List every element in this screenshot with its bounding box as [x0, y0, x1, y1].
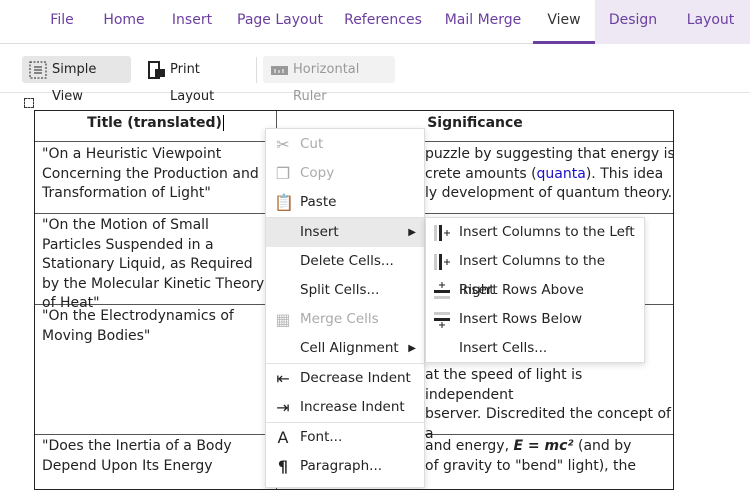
tab-layout[interactable]: Layout: [671, 0, 750, 44]
context-menu: ✂ Cut ❐ Copy 📋 Paste Insert ▶ Delete Cells..…: [265, 128, 425, 488]
simple-view-icon: [29, 61, 47, 79]
increase-indent-icon: ⇥: [276, 398, 290, 417]
simple-view-label: Simple View: [52, 62, 97, 104]
horizontal-ruler-button[interactable]: Horizontal Ruler: [263, 56, 395, 104]
simple-view-button[interactable]: Simple View: [22, 56, 131, 104]
text: and energy,: [425, 438, 514, 454]
menu-font[interactable]: A Font...: [266, 423, 424, 452]
tab-design[interactable]: Design: [595, 0, 671, 44]
merge-cells-icon: ▦: [275, 310, 291, 329]
insert-column-left-icon: [434, 225, 450, 241]
menu-merge-cells[interactable]: ▦ Merge Cells: [266, 305, 424, 334]
text-line: of gravity to "bend" light), the: [425, 457, 637, 474]
chevron-right-icon: ▶: [408, 343, 416, 354]
submenu-insert-cells[interactable]: Insert Cells...: [426, 334, 644, 363]
cell-title[interactable]: "Does the Inertia of a Body Depend Upon …: [42, 437, 252, 476]
ribbon-tabs: File Home Insert Page Layout References …: [0, 0, 750, 44]
tab-page-layout[interactable]: Page Layout: [232, 0, 328, 44]
cell-title[interactable]: "On the Motion of Small Particles Suspen…: [42, 216, 267, 314]
font-icon: A: [277, 428, 289, 447]
text-line: ly development of quantum theory.: [425, 185, 673, 201]
insert-submenu: Insert Columns to the Left Insert Column…: [425, 217, 645, 363]
print-layout-label: Print Layout: [170, 62, 215, 104]
copy-icon: ❐: [275, 164, 291, 183]
print-layout-icon: [148, 61, 165, 79]
insert-row-above-icon: [434, 282, 450, 299]
tab-insert[interactable]: Insert: [164, 0, 220, 44]
text: crete amounts (: [425, 165, 537, 182]
tab-mail-merge[interactable]: Mail Merge: [438, 0, 528, 44]
menu-paragraph[interactable]: ¶ Paragraph...: [266, 452, 424, 481]
toolbar: Simple View Print Layout Horizontal Rule…: [0, 45, 750, 104]
menu-increase-indent[interactable]: ⇥ Increase Indent: [266, 393, 424, 422]
text: (and by: [573, 438, 632, 454]
insert-row-below-icon: [434, 312, 450, 328]
tab-view[interactable]: View: [533, 0, 595, 44]
menu-delete-cells[interactable]: Delete Cells...: [266, 247, 424, 276]
ruler-icon: [271, 66, 288, 75]
horizontal-ruler-label: Horizontal Ruler: [293, 62, 360, 104]
paragraph-icon: ¶: [277, 457, 289, 476]
cell-significance[interactable]: and energy, E = mc² (and by of gravity t…: [425, 437, 675, 476]
quanta-link[interactable]: quanta: [537, 166, 586, 182]
menu-split-cells[interactable]: Split Cells...: [266, 276, 424, 305]
tab-file[interactable]: File: [40, 0, 84, 44]
cell-title[interactable]: "On a Heuristic Viewpoint Concerning the…: [42, 145, 262, 204]
decrease-indent-icon: ⇤: [276, 369, 290, 388]
table-select-handle[interactable]: [24, 98, 34, 108]
text-line: puzzle by suggesting that energy is: [425, 146, 675, 162]
menu-copy[interactable]: ❐ Copy: [266, 159, 424, 188]
submenu-insert-rows-above[interactable]: Insert Rows Above: [426, 276, 644, 305]
text-line: at the speed of light is independent: [425, 367, 583, 403]
clipboard-icon: 📋: [274, 193, 294, 212]
submenu-insert-columns-right[interactable]: Insert Columns to the Right: [426, 247, 644, 298]
submenu-insert-columns-left[interactable]: Insert Columns to the Left: [426, 218, 644, 247]
text: ). This idea: [585, 165, 664, 182]
menu-decrease-indent[interactable]: ⇤ Decrease Indent: [266, 364, 424, 393]
cell-title[interactable]: "On the Electrodynamics of Moving Bodies…: [42, 307, 242, 346]
chevron-right-icon: ▶: [408, 227, 416, 238]
submenu-insert-rows-below[interactable]: Insert Rows Below: [426, 305, 644, 334]
cell-significance[interactable]: puzzle by suggesting that energy is cret…: [425, 145, 675, 204]
menu-paste[interactable]: 📋 Paste: [266, 188, 424, 217]
menu-cut[interactable]: ✂ Cut: [266, 130, 424, 159]
toolbar-divider: [256, 57, 257, 83]
print-layout-button[interactable]: Print Layout: [140, 56, 246, 104]
formula: E = mc²: [513, 438, 574, 454]
scissors-icon: ✂: [276, 135, 290, 154]
insert-column-right-icon: [434, 254, 450, 270]
tab-home[interactable]: Home: [96, 0, 152, 44]
tab-references[interactable]: References: [338, 0, 428, 44]
menu-insert[interactable]: Insert ▶: [266, 218, 424, 247]
header-title[interactable]: Title (translated): [35, 114, 276, 134]
cell-significance[interactable]: at the speed of light is independent bse…: [425, 366, 675, 444]
menu-cell-alignment[interactable]: Cell Alignment ▶: [266, 334, 424, 363]
